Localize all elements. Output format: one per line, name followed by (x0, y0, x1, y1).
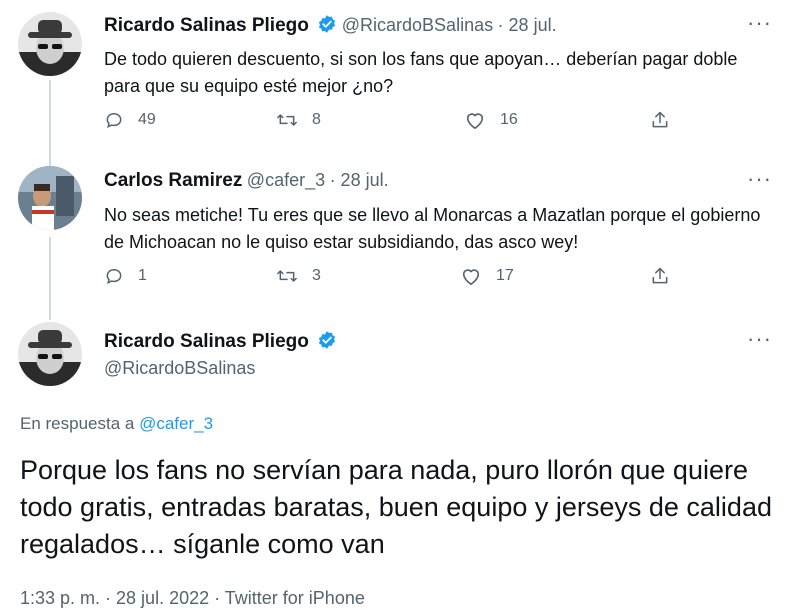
thread-line (49, 80, 51, 166)
author-handle[interactable]: @RicardoBSalinas (342, 15, 493, 35)
tweet-actions: 1 3 17 (104, 266, 684, 296)
like-icon (464, 110, 486, 130)
author-handle[interactable]: @RicardoBSalinas (104, 358, 255, 379)
main-tweet-text: Porque los fans no servían para nada, pu… (20, 455, 772, 559)
like-button[interactable]: 17 (460, 266, 514, 286)
tweet-timestamp[interactable]: 1:33 p. m. · 28 jul. 2022 · Twitter for … (20, 588, 365, 609)
reply-button[interactable]: 49 (104, 110, 156, 130)
tweet-date[interactable]: · 28 jul. (498, 15, 557, 35)
author-name[interactable]: Ricardo Salinas Pliego (104, 15, 309, 36)
reply-button[interactable]: 1 (104, 266, 147, 286)
author-name[interactable]: Ricardo Salinas Pliego (104, 331, 309, 352)
retweet-icon (276, 266, 298, 286)
share-icon (650, 266, 670, 286)
tweet-date[interactable]: · 28 jul. (330, 170, 389, 190)
more-icon[interactable]: ··· (747, 326, 772, 352)
avatar[interactable] (18, 166, 82, 230)
reply-count: 1 (138, 267, 147, 284)
share-button[interactable] (650, 266, 670, 286)
like-icon (460, 266, 482, 286)
verified-badge-icon (317, 14, 337, 39)
reply-count: 49 (138, 111, 156, 128)
avatar[interactable] (18, 322, 82, 386)
author-name[interactable]: Carlos Ramirez (104, 170, 242, 191)
like-count: 16 (500, 111, 518, 128)
like-count: 17 (496, 267, 514, 284)
share-icon (650, 110, 670, 130)
tweet-actions: 49 8 16 (104, 110, 684, 140)
retweet-button[interactable]: 8 (276, 110, 321, 130)
more-icon[interactable]: ··· (747, 10, 772, 36)
like-button[interactable]: 16 (464, 110, 518, 130)
retweet-count: 3 (312, 267, 321, 284)
reply-context: En respuesta a @cafer_3 (20, 414, 213, 434)
avatar[interactable] (18, 12, 82, 76)
reply-icon (104, 266, 124, 286)
verified-badge-icon (317, 330, 337, 355)
tweet-text: No seas metiche! Tu eres que se llevo al… (104, 205, 761, 252)
reply-icon (104, 110, 124, 130)
author-handle[interactable]: @cafer_3 (247, 170, 325, 190)
tweet-text: De todo quieren descuento, si son los fa… (104, 49, 738, 96)
retweet-button[interactable]: 3 (276, 266, 321, 286)
retweet-icon (276, 110, 298, 130)
reply-prefix: En respuesta a (20, 414, 135, 433)
share-button[interactable] (650, 110, 670, 130)
reply-handle-link[interactable]: @cafer_3 (139, 414, 213, 433)
retweet-count: 8 (312, 111, 321, 128)
more-icon[interactable]: ··· (747, 166, 772, 192)
thread-line (49, 237, 51, 320)
